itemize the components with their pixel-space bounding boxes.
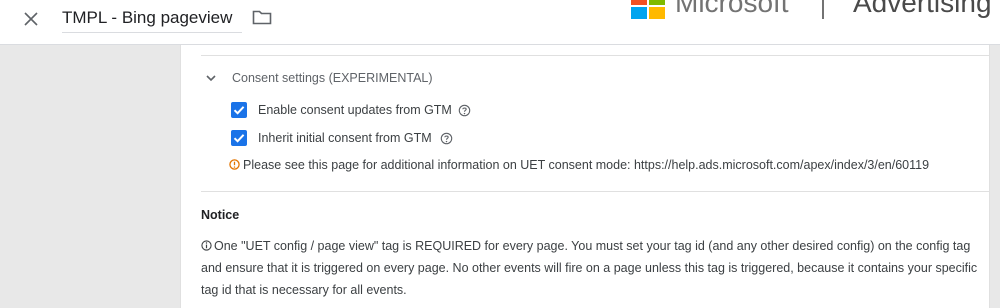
help-icon[interactable]: [458, 104, 471, 117]
notice-body-text: One "UET config / page view" tag is REQU…: [201, 239, 978, 297]
divider: [201, 55, 989, 56]
chevron-down-icon: [206, 75, 216, 82]
microsoft-logo: [631, 0, 667, 19]
checkmark-icon: [233, 106, 245, 115]
brand-divider: [822, 0, 824, 19]
logo-green-square: [649, 0, 665, 5]
notice-body: One "UET config / page view" tag is REQU…: [201, 235, 981, 301]
close-button[interactable]: [20, 8, 42, 30]
tag-name-field[interactable]: TMPL - Bing pageview: [62, 6, 242, 33]
enable-consent-updates-label: Enable consent updates from GTM: [258, 103, 452, 117]
logo-blue-square: [631, 7, 647, 19]
logo-red-square: [631, 0, 647, 5]
info-icon: [201, 240, 212, 251]
folder-icon[interactable]: [252, 9, 272, 25]
tag-title: TMPL - Bing pageview: [62, 8, 233, 27]
warning-icon: [229, 159, 240, 170]
enable-consent-updates-checkbox[interactable]: [231, 102, 247, 118]
logo-yellow-square: [649, 7, 665, 19]
consent-info-line: Please see this page for additional info…: [229, 158, 929, 172]
close-icon: [24, 12, 38, 26]
consent-section-title: Consent settings (EXPERIMENTAL): [232, 71, 433, 85]
consent-info-text: Please see this page for additional info…: [243, 158, 930, 172]
inherit-consent-row: Inherit initial consent from GTM: [231, 130, 491, 150]
top-bar: TMPL - Bing pageview Microsoft Advertisi…: [0, 0, 1000, 45]
consent-updates-row: Enable consent updates from GTM: [231, 102, 491, 122]
notice-title: Notice: [201, 208, 240, 222]
help-icon[interactable]: [440, 132, 453, 145]
checkmark-icon: [233, 134, 245, 143]
inherit-initial-consent-label: Inherit initial consent from GTM: [258, 131, 432, 145]
inherit-initial-consent-checkbox[interactable]: [231, 130, 247, 146]
brand-product: Advertising: [853, 0, 992, 18]
divider: [201, 191, 989, 192]
brand-word: Microsoft: [675, 0, 789, 18]
tag-config-panel: Consent settings (EXPERIMENTAL) Enable c…: [180, 45, 990, 308]
